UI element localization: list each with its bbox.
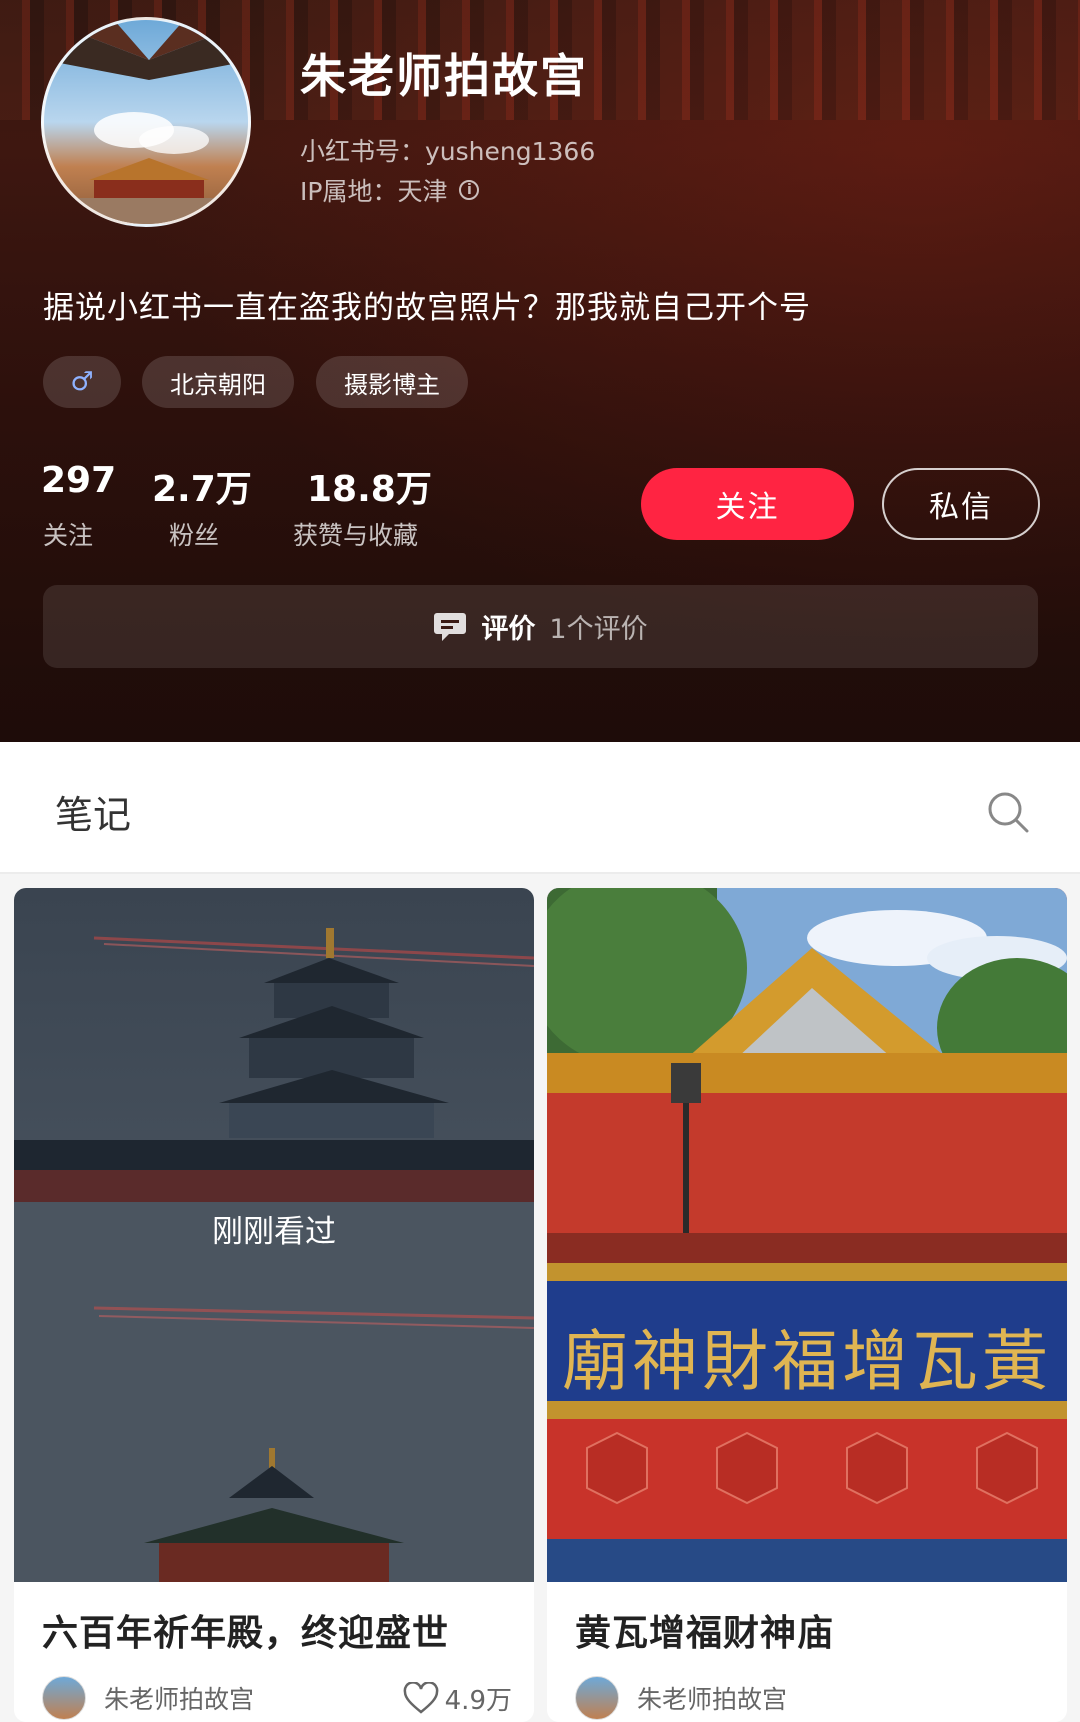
info-icon[interactable]: i <box>459 180 480 200</box>
likes-collects-count[interactable]: 18.8万 <box>307 460 432 512</box>
profile-name: 朱老师拍故宫 <box>300 49 588 103</box>
followers-count[interactable]: 2.7万 <box>152 460 252 512</box>
review-count: 1个评价 <box>549 614 648 645</box>
notes-tab-bar: 笔记 <box>0 742 1080 874</box>
note-card[interactable]: 刚刚看过 六百年祈年殿，终迎盛世 朱老师拍故宫 4.9万 <box>14 888 534 1722</box>
like-count: 4.9万 <box>444 1685 512 1716</box>
profile-header: 朱老师拍故宫 小红书号：yusheng1366 IP属地：天津 i 据说小红书一… <box>0 0 1080 742</box>
author-name[interactable]: 朱老师拍故宫 <box>104 1680 254 1716</box>
note-footer: 朱老师拍故宫 <box>575 1676 1045 1720</box>
note-cover-image <box>547 888 1067 1582</box>
plaque-text: 廟神財福增瓦黃 <box>562 1323 1052 1400</box>
author-avatar[interactable] <box>42 1676 86 1720</box>
note-title: 六百年祈年殿，终迎盛世 <box>42 1613 450 1654</box>
tab-notes[interactable]: 笔记 <box>55 784 131 839</box>
message-button[interactable]: 私信 <box>882 468 1040 540</box>
followers-label: 粉丝 <box>169 521 220 550</box>
recently-viewed-label: 刚刚看过 <box>212 1214 336 1250</box>
profile-bio: 据说小红书一直在盗我的故宫照片？那我就自己开个号 <box>43 290 811 326</box>
gender-tag: ♂ <box>43 356 121 408</box>
location-tag: 北京朝阳 <box>142 356 294 408</box>
follow-button[interactable]: 关注 <box>641 468 854 540</box>
ip-location: IP属地：天津 <box>300 177 448 206</box>
likes-collects-label: 获赞与收藏 <box>293 521 419 550</box>
male-icon: ♂ <box>70 367 94 397</box>
search-icon[interactable] <box>986 790 1030 834</box>
review-title: 评价 <box>481 614 536 645</box>
note-card[interactable]: 廟神財福增瓦黃 黄瓦增福财神庙 朱老师拍故宫 <box>547 888 1067 1722</box>
account-id: 小红书号：yusheng1366 <box>300 137 596 166</box>
author-avatar[interactable] <box>575 1676 619 1720</box>
ip-location-row: IP属地：天津 i <box>300 172 480 208</box>
avatar[interactable] <box>41 17 251 227</box>
following-count[interactable]: 297 <box>41 460 116 501</box>
heart-icon <box>403 1682 438 1714</box>
author-name[interactable]: 朱老师拍故宫 <box>637 1680 787 1716</box>
like-button[interactable]: 4.9万 <box>403 1680 512 1717</box>
review-bar[interactable]: 评价 1个评价 <box>43 585 1038 668</box>
following-label: 关注 <box>43 521 94 550</box>
note-title: 黄瓦增福财神庙 <box>575 1613 835 1654</box>
note-footer: 朱老师拍故宫 4.9万 <box>42 1676 512 1720</box>
comment-icon <box>434 612 467 641</box>
role-tag: 摄影博主 <box>316 356 468 408</box>
